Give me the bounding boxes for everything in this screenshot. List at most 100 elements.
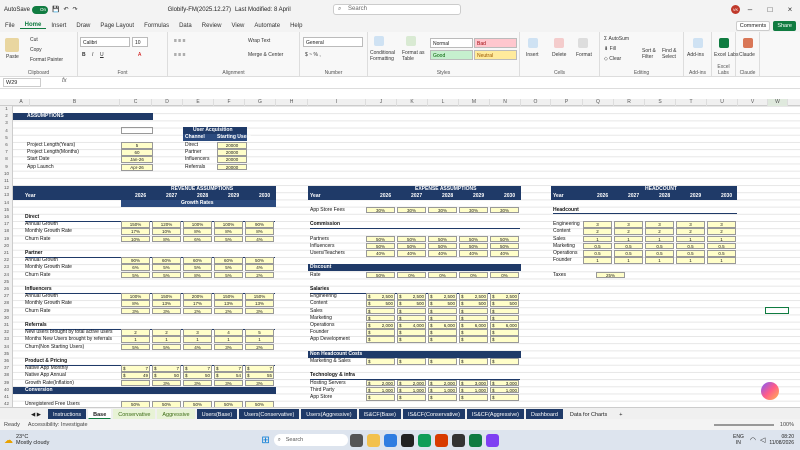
headcount-cell[interactable]: 3: [583, 221, 612, 228]
referral-cell[interactable]: 4: [214, 329, 243, 336]
insert-cells-button[interactable]: Insert: [526, 52, 539, 58]
headcount-cell[interactable]: 0.5: [614, 250, 643, 257]
influencer-monthly-growth-cell[interactable]: 17%: [183, 300, 212, 307]
zoom-slider[interactable]: [713, 423, 774, 426]
app-icon[interactable]: [400, 433, 414, 447]
marketing-sales-cell[interactable]: $: [490, 358, 519, 365]
sheet-nav-prev-icon[interactable]: ◀ ▶: [26, 409, 46, 419]
row-header[interactable]: 22: [0, 257, 12, 262]
underline-icon[interactable]: U: [100, 52, 104, 58]
salary-cell[interactable]: $2,500: [366, 293, 395, 300]
salary-cell[interactable]: $: [397, 314, 426, 322]
tech-cell[interactable]: $: [459, 394, 488, 401]
headcount-cell[interactable]: 3: [614, 221, 643, 228]
app-store-fees-cell[interactable]: 30%: [490, 206, 519, 214]
pricing-cell[interactable]: 3%: [214, 379, 243, 387]
maximize-button[interactable]: □: [760, 5, 780, 14]
salary-cell[interactable]: $: [490, 329, 519, 336]
row-header[interactable]: 31: [0, 322, 12, 327]
partner-churn-cell[interactable]: 8%: [183, 271, 212, 279]
commission-cell[interactable]: 50%: [366, 235, 395, 243]
app-store-fees-cell[interactable]: 30%: [428, 206, 457, 214]
tab-help[interactable]: Help: [285, 23, 307, 29]
row-header[interactable]: 27: [0, 293, 12, 298]
salary-cell[interactable]: $500: [428, 300, 457, 307]
format-as-table-button[interactable]: Format as Table: [402, 50, 428, 62]
column-header[interactable]: T: [676, 99, 707, 106]
app-store-fees-cell[interactable]: 30%: [366, 206, 395, 214]
row-header[interactable]: 32: [0, 329, 12, 334]
partner-monthly-growth-cell[interactable]: 6%: [121, 264, 150, 271]
copy-button[interactable]: Copy: [30, 47, 42, 53]
office-icon[interactable]: [434, 433, 448, 447]
influencer-monthly-growth-cell[interactable]: 13%: [152, 300, 181, 307]
app-store-fees-cell[interactable]: 30%: [459, 206, 488, 214]
wifi-icon[interactable]: ◠: [750, 436, 756, 444]
salary-cell[interactable]: $: [366, 336, 395, 343]
column-header[interactable]: S: [645, 99, 676, 106]
tech-cell[interactable]: $: [366, 394, 395, 401]
direct-annual-growth-cell[interactable]: 100%: [214, 221, 243, 228]
row-header[interactable]: 4: [0, 128, 12, 133]
tab-home[interactable]: Home: [19, 22, 47, 29]
tab-review[interactable]: Review: [197, 23, 227, 29]
find-select-button[interactable]: Find & Select: [662, 48, 684, 60]
app2-icon[interactable]: [485, 433, 499, 447]
row-header[interactable]: 11: [0, 178, 12, 183]
column-header[interactable]: L: [428, 99, 459, 106]
salary-cell[interactable]: $: [366, 307, 395, 315]
influencer-churn-cell[interactable]: 3%: [121, 307, 150, 315]
row-header[interactable]: 24: [0, 272, 12, 277]
direct-monthly-growth-cell[interactable]: 8%: [214, 228, 243, 235]
terminal-icon[interactable]: [451, 433, 465, 447]
referral-cell[interactable]: 2: [152, 329, 181, 336]
column-header[interactable]: P: [551, 99, 583, 106]
row-header[interactable]: 12: [0, 185, 12, 190]
column-header[interactable]: G: [245, 99, 276, 106]
commission-cell[interactable]: 50%: [366, 242, 395, 250]
ua-starting-users-cell[interactable]: 20000: [217, 156, 247, 163]
partner-annual-growth-cell[interactable]: 90%: [121, 257, 150, 264]
start-date-cell[interactable]: Jan-26: [121, 156, 153, 163]
paste-icon[interactable]: [5, 38, 19, 52]
salary-cell[interactable]: $2,500: [397, 293, 426, 300]
conditional-formatting-button[interactable]: Conditional Formatting: [370, 50, 398, 62]
partner-monthly-growth-cell[interactable]: 5%: [183, 264, 212, 271]
discount-rate-cell[interactable]: 0%: [490, 271, 519, 279]
delete-cells-icon[interactable]: [554, 38, 564, 48]
headcount-cell[interactable]: 0.5: [645, 250, 674, 257]
row-header[interactable]: 20: [0, 243, 12, 248]
salary-cell[interactable]: $500: [397, 300, 426, 307]
headcount-cell[interactable]: 1: [583, 257, 612, 264]
column-header[interactable]: N: [490, 99, 521, 106]
row-header[interactable]: 16: [0, 214, 12, 219]
salary-cell[interactable]: $: [366, 329, 395, 336]
headcount-cell[interactable]: 0.5: [583, 242, 612, 250]
copilot-icon[interactable]: [761, 382, 779, 400]
commission-cell[interactable]: 40%: [490, 250, 519, 257]
influencer-annual-growth-cell[interactable]: 100%: [121, 293, 150, 300]
addins-button[interactable]: Add-ins: [687, 52, 704, 58]
salary-cell[interactable]: $500: [490, 300, 519, 307]
tech-cell[interactable]: $2,000: [366, 379, 395, 387]
tab-conservative[interactable]: Conservative: [113, 408, 156, 419]
tab-view[interactable]: View: [226, 23, 249, 29]
style-neutral[interactable]: Neutral: [474, 50, 517, 60]
discount-rate-cell[interactable]: 0%: [397, 271, 426, 279]
tech-cell[interactable]: $1,000: [428, 386, 457, 394]
tab-formulas[interactable]: Formulas: [139, 23, 174, 29]
discount-rate-cell[interactable]: 0%: [459, 271, 488, 279]
addins-icon[interactable]: [693, 38, 703, 48]
taskbar-search[interactable]: ⌕ Search: [273, 434, 348, 446]
row-header[interactable]: 30: [0, 315, 12, 320]
row-header[interactable]: 23: [0, 264, 12, 269]
volume-icon[interactable]: ◁: [760, 436, 765, 444]
pricing-cell[interactable]: [121, 379, 150, 387]
partner-churn-cell[interactable]: 2%: [245, 271, 274, 279]
marketing-sales-cell[interactable]: $: [459, 358, 488, 365]
pricing-cell[interactable]: $50: [152, 372, 181, 379]
clear-button[interactable]: ◇ Clear: [604, 56, 621, 62]
column-header[interactable]: M: [459, 99, 490, 106]
currency-icon[interactable]: $ ~ % ,: [305, 52, 321, 58]
close-button[interactable]: ×: [780, 5, 800, 14]
